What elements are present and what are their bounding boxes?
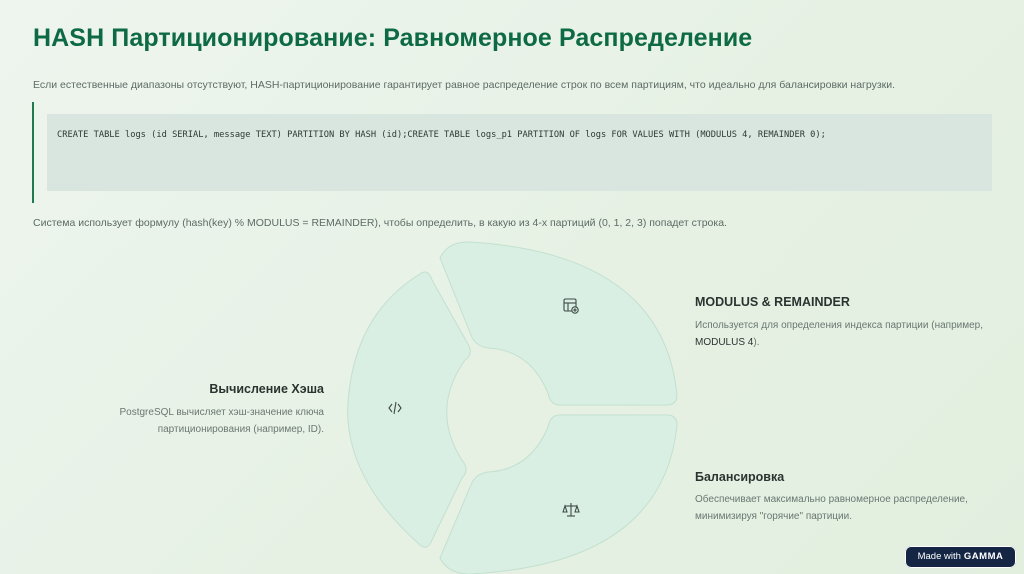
made-with-gamma-badge[interactable]: Made with GAMMA bbox=[905, 546, 1016, 568]
segment-bottom bbox=[439, 414, 678, 574]
balance-text-line1: Обеспечивает максимально равномерное рас… bbox=[695, 494, 968, 505]
hash-text: PostgreSQL вычисляет хэш-значение ключа п… bbox=[64, 404, 324, 438]
modulus-title: MODULUS & REMAINDER bbox=[695, 295, 850, 309]
badge-brand: GAMMA bbox=[963, 551, 1004, 562]
segment-left bbox=[347, 271, 471, 548]
hash-title: Вычисление Хэша bbox=[209, 382, 324, 396]
ring-diagram bbox=[347, 241, 678, 574]
segment-top bbox=[439, 241, 678, 406]
balance-text-line2: минимизируя "горячие" партиции. bbox=[695, 511, 852, 522]
hash-text-line1: PostgreSQL вычисляет хэш-значение ключа bbox=[119, 407, 324, 418]
balance-text: Обеспечивает максимально равномерное рас… bbox=[695, 491, 995, 525]
badge-prefix: Made with bbox=[917, 551, 961, 562]
modulus-text-strong: MODULUS 4 bbox=[695, 337, 754, 348]
modulus-text-post: ). bbox=[753, 337, 760, 348]
modulus-text-pre: Используется для определения индекса пар… bbox=[695, 320, 983, 331]
balance-title: Балансировка bbox=[695, 470, 785, 484]
modulus-text: Используется для определения индекса пар… bbox=[695, 317, 995, 351]
hash-text-line2: партиционирования (например, ID). bbox=[157, 424, 324, 435]
